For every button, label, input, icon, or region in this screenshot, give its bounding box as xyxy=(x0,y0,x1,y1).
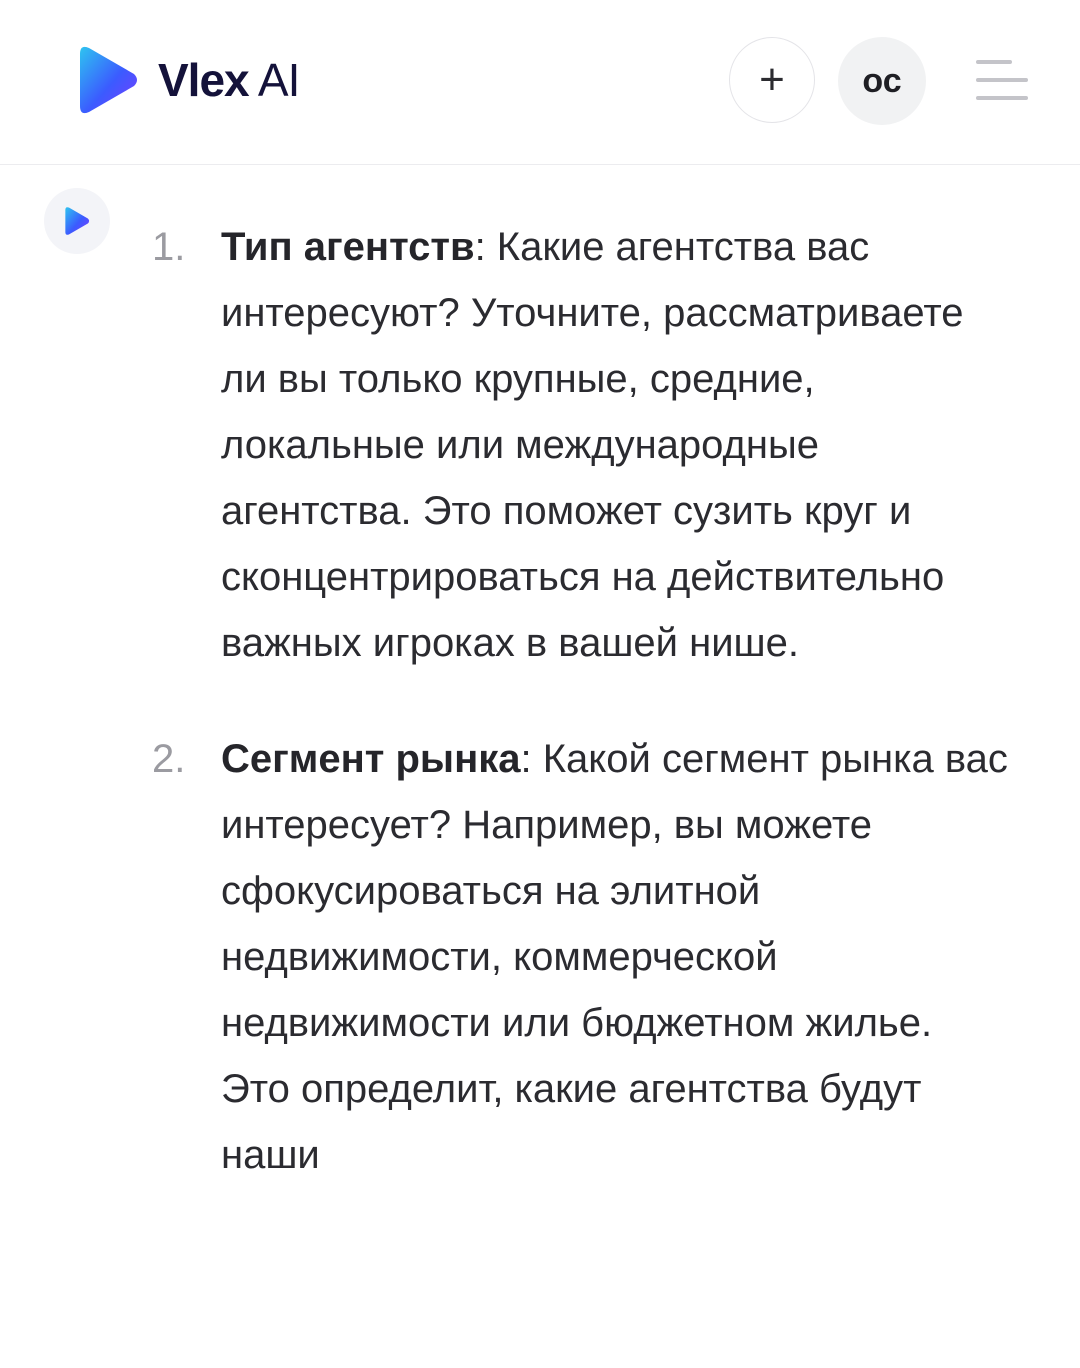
brand-name-bold: Vlex xyxy=(158,54,250,106)
app-header: Vlex AI + ос xyxy=(0,0,1080,165)
plus-icon: + xyxy=(759,55,785,104)
list-item-number: 1. xyxy=(152,225,186,269)
list-item-text: : Какие агентства вас интересуют? Уточни… xyxy=(221,225,964,665)
list-item: 1. Тип агентств: Какие агентства вас инт… xyxy=(0,214,1080,676)
user-avatar[interactable]: ос xyxy=(838,37,926,125)
list-item-term: Тип агентств xyxy=(221,225,475,269)
assistant-message: 1. Тип агентств: Какие агентства вас инт… xyxy=(0,214,1080,1188)
vlex-logo-icon[interactable] xyxy=(76,44,140,116)
bottom-fade-overlay xyxy=(0,1250,1080,1368)
list-item-text: : Какой сегмент рынка вас интересует? На… xyxy=(221,737,1008,1177)
new-chat-button[interactable]: + xyxy=(729,37,815,123)
list-item: 2. Сегмент рынка: Какой сегмент рынка ва… xyxy=(0,726,1080,1188)
brand-name-light: AI xyxy=(248,54,300,106)
list-item-number: 2. xyxy=(152,737,186,781)
brand-name[interactable]: Vlex AI xyxy=(158,52,300,108)
hamburger-menu-icon[interactable] xyxy=(970,52,1034,108)
avatar-initials: ос xyxy=(862,61,902,100)
list-item-term: Сегмент рынка xyxy=(221,737,521,781)
